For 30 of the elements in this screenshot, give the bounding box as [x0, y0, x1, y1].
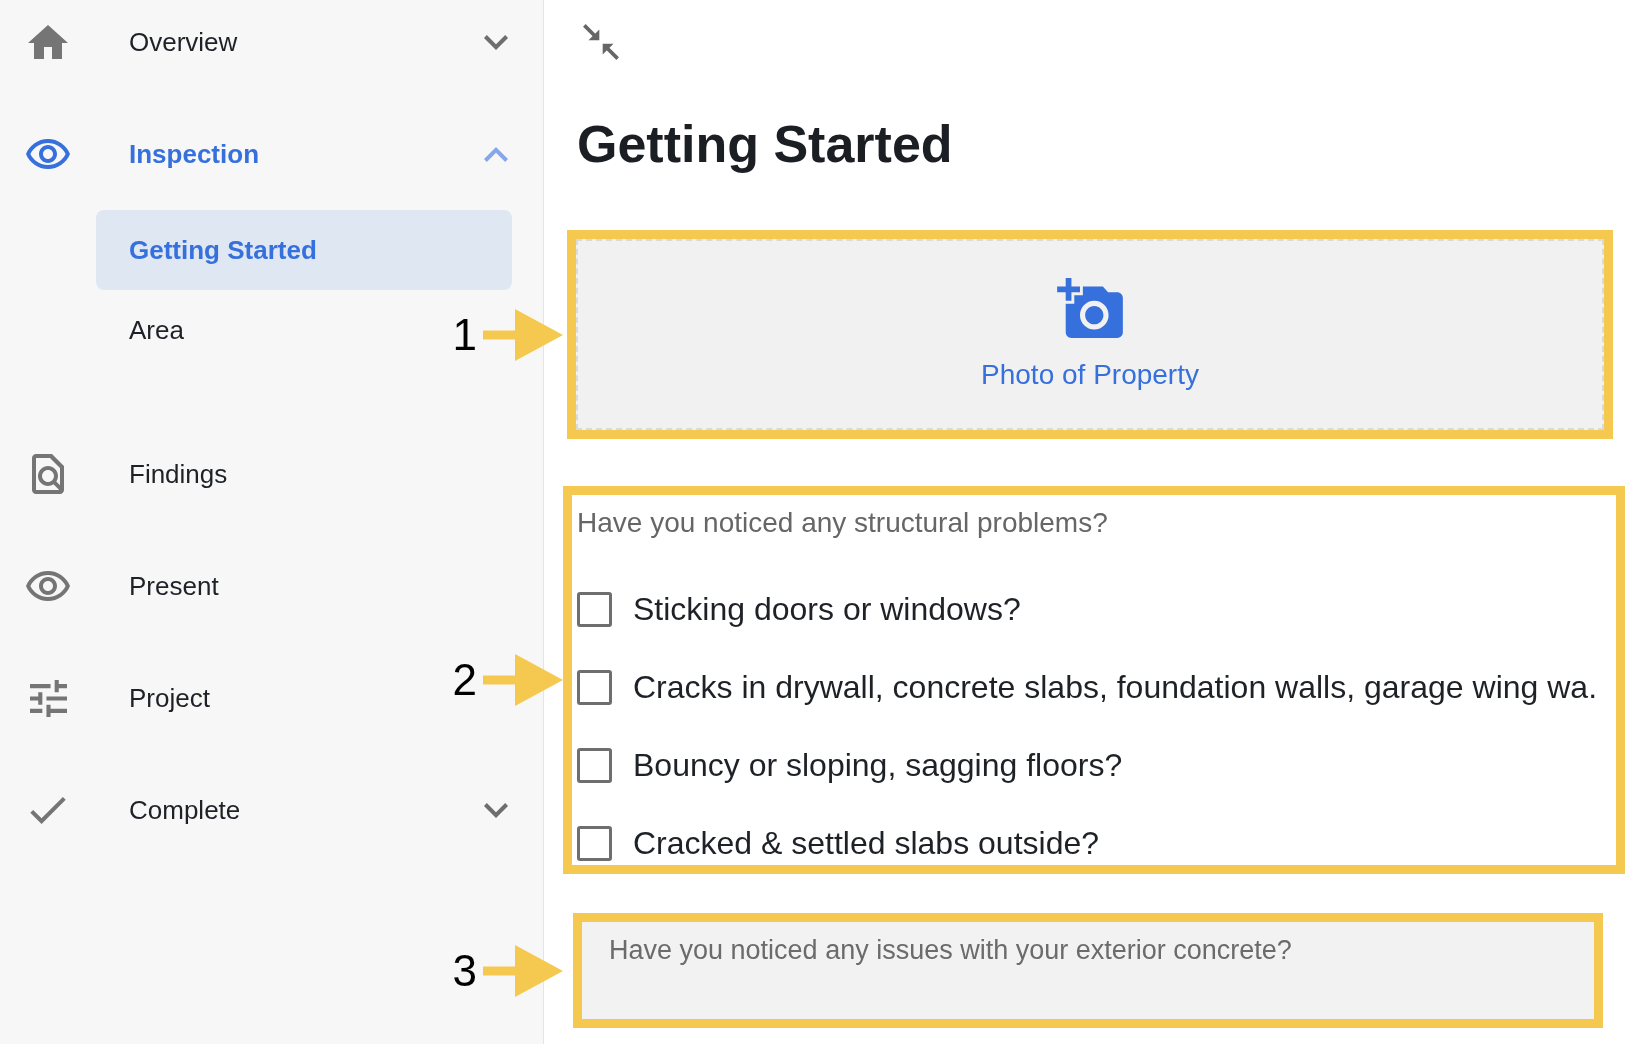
- nav-item[interactable]: Findings: [20, 442, 512, 506]
- eye-icon: [26, 139, 70, 169]
- checkbox[interactable]: [577, 669, 612, 705]
- nav-item[interactable]: Overview: [20, 10, 512, 74]
- sliders-icon: [29, 679, 67, 717]
- nav-subitem[interactable]: Getting Started: [96, 210, 512, 290]
- nav-item[interactable]: Complete: [20, 778, 512, 842]
- collapse-icon[interactable]: [581, 22, 621, 62]
- home-icon: [28, 25, 68, 59]
- checkbox[interactable]: [577, 591, 612, 627]
- document-search-icon: [32, 454, 64, 494]
- option-label: Cracked & settled slabs outside?: [633, 824, 1100, 863]
- option-label: Cracks in drywall, concrete slabs, foundation walls, garage wing wa.: [633, 668, 1597, 707]
- callout-number: 3: [452, 948, 477, 993]
- nav-item[interactable]: Present: [20, 554, 512, 618]
- answer-field[interactable]: Have you noticed any issues with your exterior concrete?: [582, 922, 1594, 1019]
- eye-icon: [26, 571, 70, 601]
- checkbox[interactable]: [577, 825, 612, 861]
- add-camera-icon: [1057, 277, 1123, 338]
- question-text: Have you noticed any structural problems?: [577, 506, 1109, 540]
- arrow-icon: [483, 944, 563, 997]
- option-label: Bouncy or sloping, sagging floors?: [633, 746, 1123, 785]
- checkmark-icon: [30, 796, 66, 824]
- page-title: Getting Started: [577, 114, 953, 174]
- option-label: Sticking doors or windows?: [633, 590, 1021, 629]
- callout-number: 1: [452, 312, 477, 357]
- nav-item[interactable]: Inspection: [20, 122, 512, 186]
- add-photo-button[interactable]: Photo of Property: [576, 239, 1604, 430]
- arrow-icon: [483, 308, 563, 361]
- checkbox[interactable]: [577, 747, 612, 783]
